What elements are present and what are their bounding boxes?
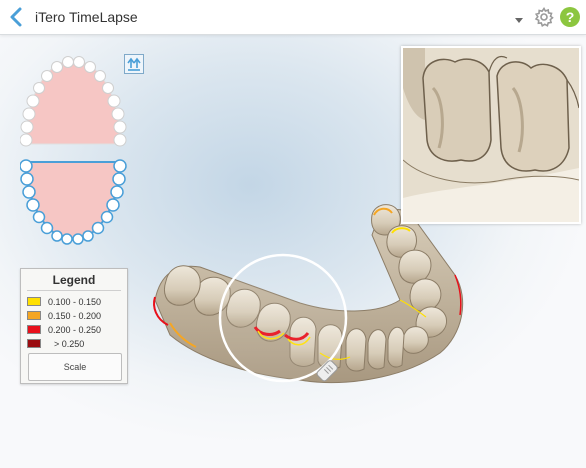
scale-button[interactable]: Scale bbox=[28, 353, 122, 381]
chevron-left-icon bbox=[10, 7, 22, 27]
legend-panel: Legend 0.100 - 0.150 0.150 - 0.200 0.200… bbox=[20, 268, 128, 384]
magnified-detail-view bbox=[401, 46, 581, 224]
back-button[interactable] bbox=[7, 6, 27, 28]
swap-jaws-icon bbox=[127, 57, 141, 71]
legend-swatch-yellow bbox=[27, 297, 41, 306]
legend-divider bbox=[27, 290, 121, 291]
legend-swatch-orange bbox=[27, 311, 41, 320]
legend-swatch-red bbox=[27, 325, 41, 334]
app-header: iTero TimeLapse ? bbox=[0, 0, 586, 35]
magnifier-lens bbox=[218, 253, 348, 383]
gear-icon bbox=[534, 7, 554, 27]
legend-title: Legend bbox=[52, 273, 96, 287]
3d-viewport[interactable]: Legend 0.100 - 0.150 0.150 - 0.200 0.200… bbox=[0, 35, 586, 468]
help-button[interactable]: ? bbox=[560, 7, 580, 27]
lower-jaw[interactable] bbox=[19, 159, 127, 245]
upper-jaw[interactable] bbox=[19, 56, 127, 147]
caret-down-icon bbox=[515, 18, 523, 23]
legend-swatch-dark-red bbox=[27, 339, 41, 348]
page-title: iTero TimeLapse bbox=[35, 9, 138, 25]
jaw-selector bbox=[19, 54, 130, 254]
menu-dropdown-button[interactable] bbox=[512, 12, 526, 23]
swap-jaws-button[interactable] bbox=[124, 54, 144, 74]
legend-item: 0.150 - 0.200 bbox=[27, 310, 122, 322]
legend-item: 0.100 - 0.150 bbox=[27, 296, 122, 308]
legend-item: > 0.250 bbox=[27, 338, 122, 350]
settings-button[interactable] bbox=[534, 7, 554, 27]
legend-item: 0.200 - 0.250 bbox=[27, 324, 122, 336]
